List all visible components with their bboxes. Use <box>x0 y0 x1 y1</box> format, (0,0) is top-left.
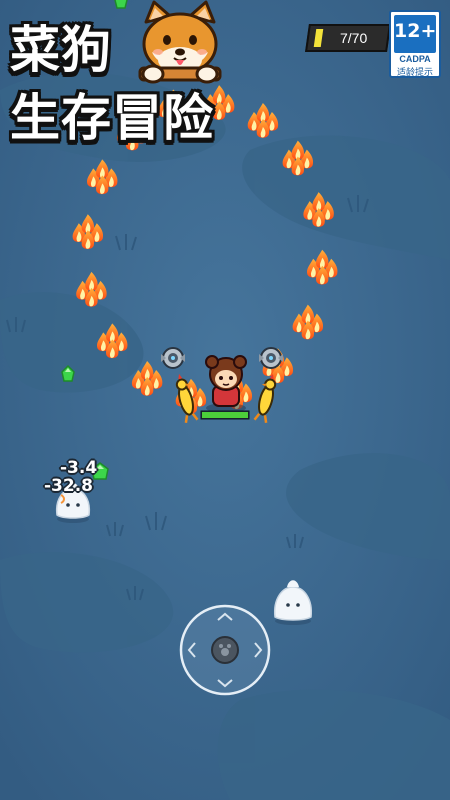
damage-number: -32.8 <box>44 476 93 496</box>
age-rating-label: 12+ <box>394 20 437 42</box>
virtual-joystick-icon[interactable] <box>179 604 271 696</box>
xp-bar-fill <box>313 29 324 47</box>
age-rating-org: CADPA <box>399 54 431 64</box>
damage-number: -3.4 <box>60 458 98 478</box>
game-title-line-2: 生存冒险 <box>10 89 214 147</box>
age-rating-note: 适龄提示 <box>396 68 433 78</box>
xp-count-text: 7/70 <box>340 30 368 46</box>
player-health-bar <box>202 412 248 418</box>
age-rating-badge: 12+ CADPA 适龄提示 <box>389 10 441 78</box>
xp-gem-icon <box>114 0 128 9</box>
orbiting-drone-icon <box>161 347 185 369</box>
shiba-dog-icon <box>138 0 222 84</box>
game-title-line-1: 菜狗 <box>10 21 112 79</box>
orbiting-drone-icon <box>259 347 283 369</box>
